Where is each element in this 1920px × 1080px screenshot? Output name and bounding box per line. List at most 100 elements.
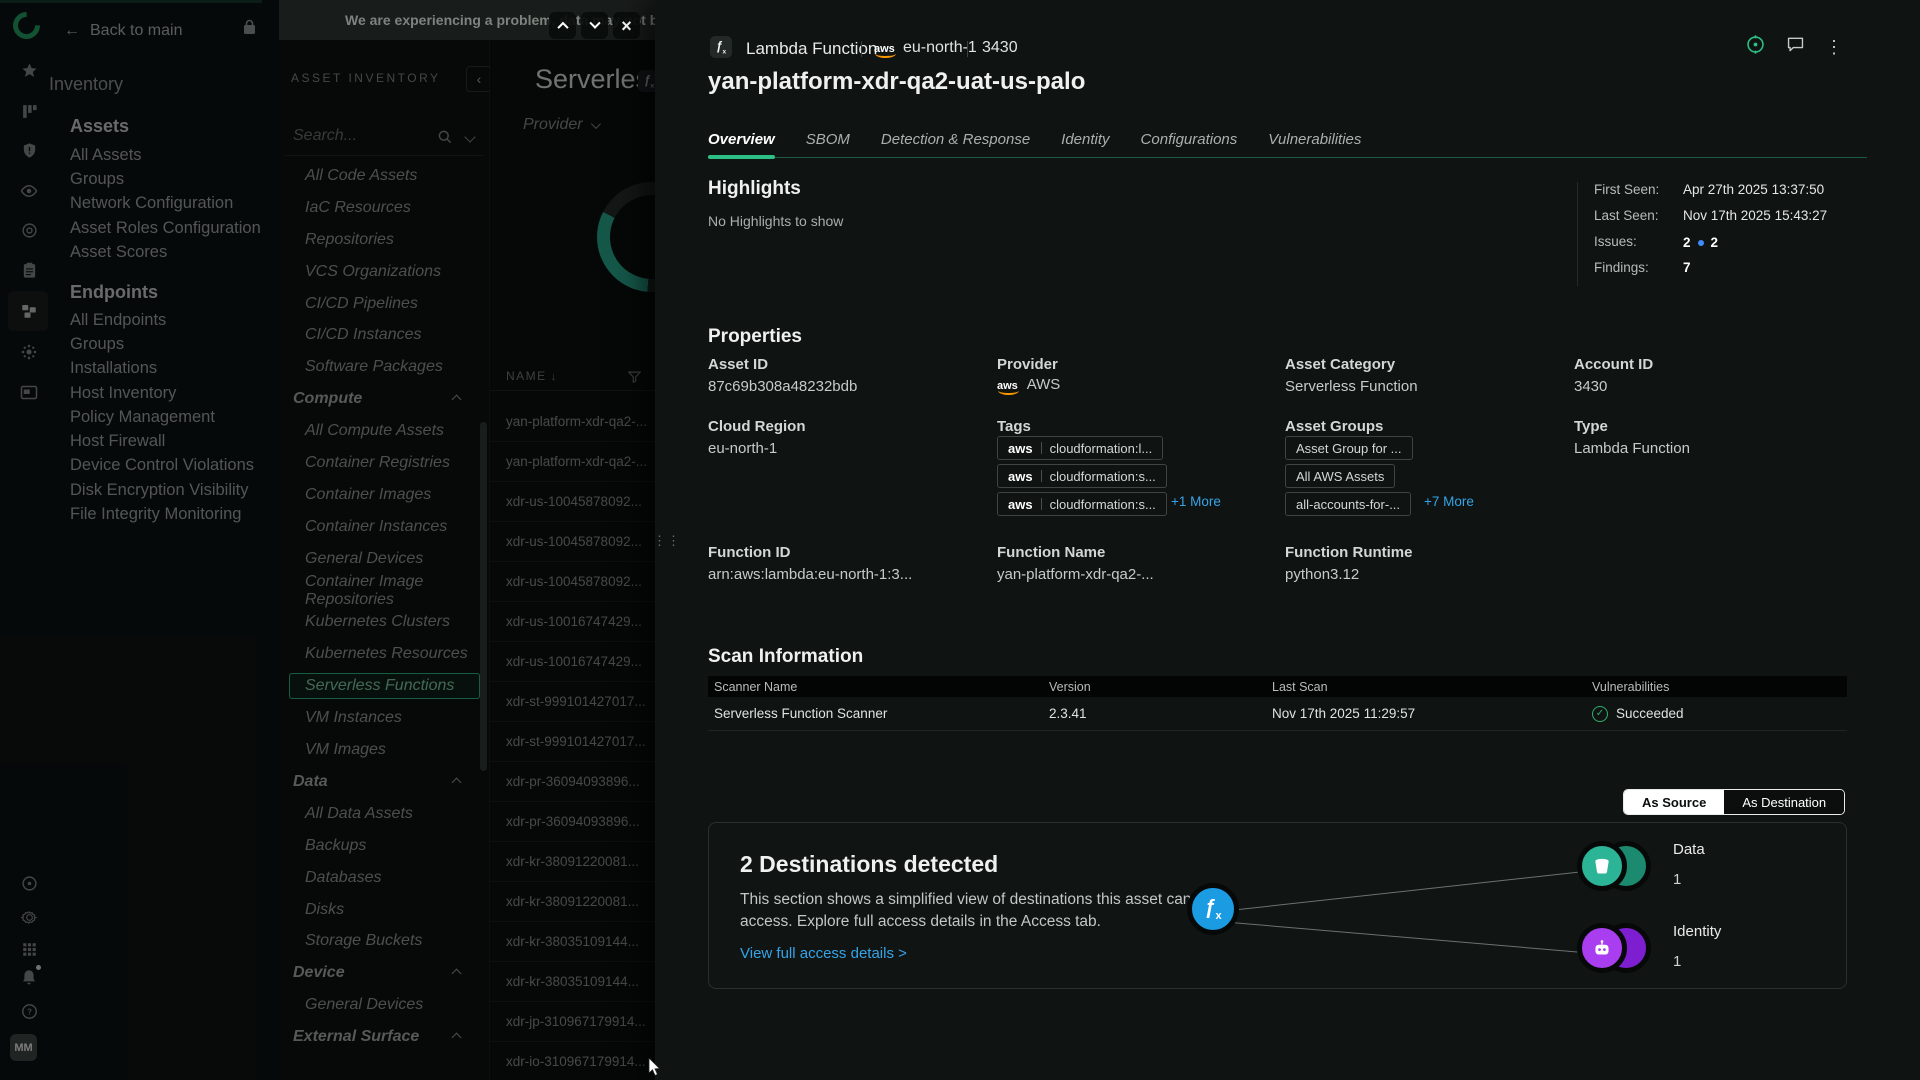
asset-group-chip[interactable]: Asset Group for ... [1285, 436, 1413, 460]
cloud-region-value: eu-north-1 [708, 440, 777, 457]
destinations-description: This section shows a simplified view of … [740, 889, 1245, 933]
aws-logo: aws [874, 39, 895, 58]
destinations-card: 2 Destinations detected This section sho… [708, 822, 1847, 989]
tags-chips: awscloudformation:l... awscloudformation:… [997, 436, 1167, 516]
tag-chip[interactable]: awscloudformation:s... [997, 464, 1167, 488]
prev-asset-icon[interactable] [549, 12, 576, 39]
tags-label: Tags [997, 418, 1031, 435]
last-seen-value: Nov 17th 2025 15:43:27 [1683, 208, 1827, 223]
header-divider [967, 41, 968, 57]
scope-icon[interactable] [1745, 34, 1766, 60]
identity-robot-icon [1592, 939, 1612, 957]
more-options-icon[interactable]: ⋮ [1825, 37, 1843, 58]
succeeded-check-icon: ✓ [1592, 706, 1608, 722]
meta-divider [1577, 182, 1578, 286]
tab[interactable]: Detection & Response [881, 122, 1030, 157]
first-seen-label: First Seen: [1594, 182, 1659, 197]
asset-detail-panel: ⋮⋮ ƒx Lambda Function aws eu-north-1 343… [655, 0, 1920, 1080]
tab-bar: Overview SBOM Detection & Response Identity… [708, 122, 1867, 158]
mouse-cursor [648, 1058, 663, 1080]
scan-status-value: Succeeded [1616, 706, 1684, 721]
asset-id-label: Asset ID [708, 356, 768, 373]
lambda-icon: ƒx [710, 36, 732, 58]
asset-group-chip[interactable]: All AWS Assets [1285, 464, 1395, 488]
identity-node-label: Identity [1673, 923, 1721, 940]
highlights-heading: Highlights [708, 178, 801, 200]
data-node-label: Data [1673, 841, 1705, 858]
function-id-label: Function ID [708, 544, 791, 561]
account-id-value: 3430 [1574, 378, 1607, 395]
asset-title: yan-platform-xdr-qa2-uat-us-palo [708, 68, 1085, 96]
modal-backdrop [0, 0, 659, 1080]
asset-category-label: Asset Category [1285, 356, 1395, 373]
header-divider [861, 41, 862, 57]
close-icon[interactable]: × [613, 12, 640, 39]
panel-header-actions: ⋮ [1745, 34, 1843, 60]
properties-heading: Properties [708, 326, 802, 348]
function-name-label: Function Name [997, 544, 1105, 561]
tag-chip[interactable]: awscloudformation:l... [997, 436, 1163, 460]
scan-table-row: Serverless Function Scanner 2.3.41 Nov 1… [708, 697, 1847, 731]
last-seen-label: Last Seen: [1594, 208, 1659, 223]
function-runtime-value: python3.12 [1285, 566, 1359, 583]
next-asset-icon[interactable] [581, 12, 608, 39]
scan-table-header: Scanner Name Version Last Scan Vulnerabi… [708, 676, 1847, 697]
asset-id-value: 87c69b308a48232bdb [708, 378, 857, 395]
account-id-label: Account ID [1574, 356, 1653, 373]
tab[interactable]: Overview [708, 122, 775, 157]
tag-chip[interactable]: awscloudformation:s... [997, 492, 1167, 516]
asset-groups-more-link[interactable]: +7 More [1424, 494, 1474, 509]
app-root: ←Back to main Inven [0, 0, 1920, 1080]
scan-table: Scanner Name Version Last Scan Vulnerabi… [708, 676, 1847, 731]
data-node-count: 1 [1673, 871, 1681, 888]
as-destination-toggle[interactable]: As Destination [1724, 790, 1844, 814]
asset-group-chip[interactable]: all-accounts-for-... [1285, 492, 1411, 516]
asset-type-label: Lambda Function [746, 39, 877, 59]
view-access-details-link[interactable]: View full access details > [740, 945, 907, 962]
issue-severity-dot [1698, 240, 1704, 246]
asset-groups-label: Asset Groups [1285, 418, 1383, 435]
tab[interactable]: Identity [1061, 122, 1109, 157]
drawer-controls: × [549, 12, 640, 39]
asset-category-value: Serverless Function [1285, 378, 1418, 395]
highlights-empty-text: No Highlights to show [708, 213, 843, 229]
tab[interactable]: Configurations [1141, 122, 1238, 157]
destinations-heading: 2 Destinations detected [740, 851, 998, 878]
cloud-region-label: Cloud Region [708, 418, 806, 435]
type-label: Type [1574, 418, 1608, 435]
scanner-name-value: Serverless Function Scanner [708, 706, 1043, 721]
aws-logo: aws [997, 380, 1018, 395]
lambda-source-node[interactable]: ƒx [1187, 883, 1239, 935]
as-source-toggle[interactable]: As Source [1624, 790, 1724, 814]
access-direction-toggle: As Source As Destination [1623, 789, 1845, 815]
version-column: Version [1043, 680, 1266, 694]
scan-information-heading: Scan Information [708, 646, 863, 668]
function-runtime-label: Function Runtime [1285, 544, 1413, 561]
tab[interactable]: SBOM [806, 122, 850, 157]
type-value: Lambda Function [1574, 440, 1690, 457]
account-label: 3430 [982, 39, 1018, 57]
function-name-value: yan-platform-xdr-qa2-... [997, 566, 1154, 583]
drag-handle-icon[interactable]: ⋮⋮ [653, 533, 681, 549]
data-node[interactable] [1577, 841, 1627, 891]
last-scan-value: Nov 17th 2025 11:29:57 [1266, 706, 1586, 721]
provider-value: aws AWS [997, 376, 1060, 395]
scanner-version-value: 2.3.41 [1043, 706, 1266, 721]
comments-icon[interactable] [1786, 36, 1805, 58]
region-label: eu-north-1 [903, 39, 977, 57]
findings-label: Findings: [1594, 260, 1649, 275]
last-scan-column: Last Scan [1266, 680, 1586, 694]
provider-label: Provider [997, 356, 1058, 373]
scanner-name-column: Scanner Name [708, 680, 1043, 694]
tags-more-link[interactable]: +1 More [1171, 494, 1221, 509]
data-bucket-icon [1592, 856, 1612, 876]
tab[interactable]: Vulnerabilities [1268, 122, 1361, 157]
asset-group-chips: Asset Group for ... All AWS Assets all-acc… [1285, 436, 1413, 516]
issues-value[interactable]: 22 [1683, 234, 1718, 252]
vulnerabilities-column: Vulnerabilities [1586, 680, 1847, 694]
identity-node-count: 1 [1673, 953, 1681, 970]
identity-node[interactable] [1577, 923, 1627, 973]
findings-value[interactable]: 7 [1683, 260, 1691, 275]
first-seen-value: Apr 27th 2025 13:37:50 [1683, 182, 1824, 197]
issues-label: Issues: [1594, 234, 1637, 249]
